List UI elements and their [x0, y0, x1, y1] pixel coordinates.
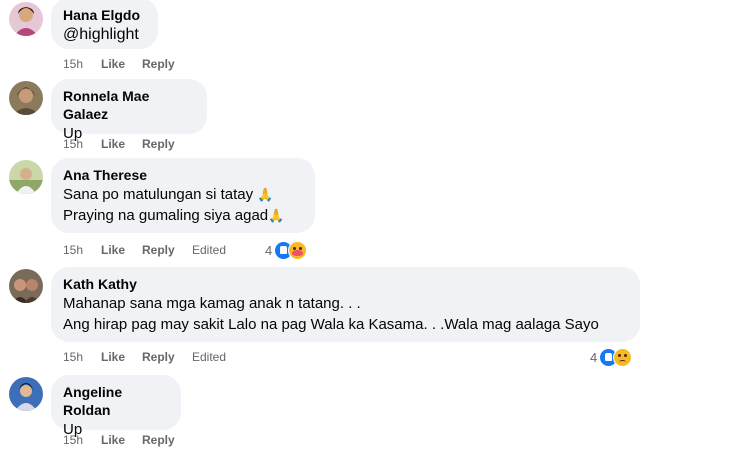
comment-author[interactable]: Kath Kathy — [63, 275, 628, 293]
reply-button[interactable]: Reply — [142, 349, 175, 365]
like-button[interactable]: Like — [101, 136, 125, 152]
sad-icon — [613, 347, 633, 367]
like-button[interactable]: Like — [101, 56, 125, 72]
comment-text: Sana po matulungan si tatay — [63, 186, 254, 203]
comment-author[interactable]: Angeline Roldan — [63, 383, 169, 419]
comment-bubble: Ana Therese Sana po matulungan si tatay … — [51, 158, 315, 233]
timestamp[interactable]: 15h — [63, 242, 83, 258]
timestamp[interactable]: 15h — [63, 56, 83, 72]
comment-bubble: Hana Elgdo @highlight — [51, 0, 158, 49]
care-icon — [288, 240, 308, 260]
comment-author[interactable]: Ronnela Mae Galaez — [63, 87, 195, 123]
timestamp[interactable]: 15h — [63, 136, 83, 152]
comment-text: Ang hirap pag may sakit Lalo na pag Wala… — [63, 316, 599, 333]
avatar[interactable] — [9, 269, 43, 303]
like-button[interactable]: Like — [101, 432, 125, 448]
avatar[interactable] — [9, 2, 43, 36]
timestamp[interactable]: 15h — [63, 432, 83, 448]
reaction-count: 4 — [590, 349, 598, 365]
comment-text: Praying na gumaling siya agad — [63, 207, 269, 224]
avatar[interactable] — [9, 160, 43, 194]
reply-button[interactable]: Reply — [142, 56, 175, 72]
reaction-summary[interactable]: 4 — [590, 347, 633, 367]
timestamp[interactable]: 15h — [63, 349, 83, 365]
reaction-summary[interactable]: 4 — [265, 240, 308, 260]
reply-button[interactable]: Reply — [142, 136, 175, 152]
comment-bubble: Kath Kathy Mahanap sana mga kamag anak n… — [51, 267, 640, 342]
comment-text: Mahanap sana mga kamag anak n tatang. . … — [63, 295, 361, 312]
avatar[interactable] — [9, 377, 43, 411]
comment-bubble: Ronnela Mae Galaez Up — [51, 79, 207, 142]
reaction-count: 4 — [265, 242, 273, 258]
reply-button[interactable]: Reply — [142, 432, 175, 448]
reply-button[interactable]: Reply — [142, 242, 175, 258]
edited-label: Edited — [192, 350, 227, 364]
like-button[interactable]: Like — [101, 242, 125, 258]
comment-line: Sana po matulungan si tatay 🙏 — [63, 184, 303, 205]
comment-bubble: Angeline Roldan Up — [51, 375, 181, 438]
edited-label: Edited — [192, 243, 227, 257]
avatar[interactable] — [9, 81, 43, 115]
praying-hands-emoji: 🙏 — [268, 208, 285, 223]
like-button[interactable]: Like — [101, 349, 125, 365]
comment-line: Praying na gumaling siya agad🙏 — [63, 205, 303, 226]
comment-author[interactable]: Ana Therese — [63, 166, 303, 184]
praying-hands-emoji: 🙏 — [257, 187, 274, 202]
comment-text: @highlight — [63, 26, 139, 43]
comment-author[interactable]: Hana Elgdo — [63, 6, 146, 24]
